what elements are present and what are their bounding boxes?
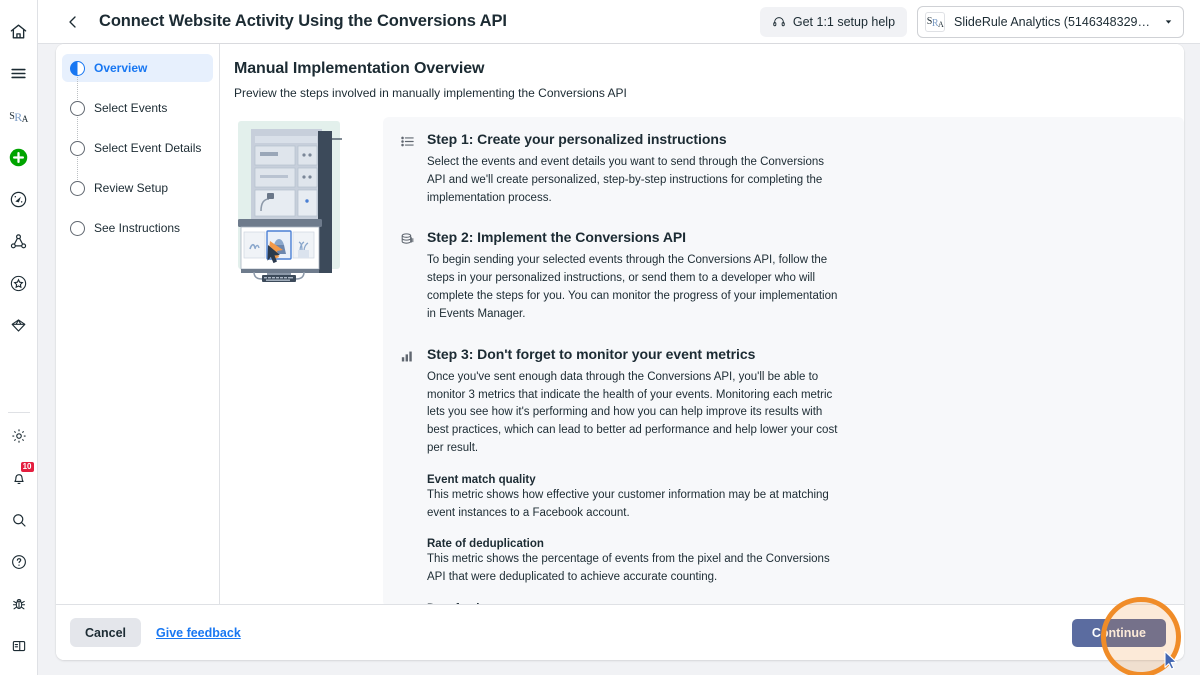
- app-root: SRA 10 Connect Website Activity Using th…: [0, 0, 1200, 675]
- step-label: Select Event Details: [94, 141, 202, 155]
- chevron-down-icon: [1163, 16, 1174, 27]
- metric-description: This metric shows how effective your cus…: [427, 488, 829, 519]
- step-3-block: Step 3: Don't forget to monitor your eve…: [399, 346, 1166, 458]
- bug-icon[interactable]: [4, 589, 34, 619]
- step-paragraph: To begin sending your selected events th…: [427, 254, 838, 320]
- stepper-connector: [77, 74, 79, 182]
- metric-description: This metric shows the percentage of even…: [427, 553, 830, 584]
- home-icon[interactable]: [4, 16, 34, 46]
- notification-badge: 10: [19, 461, 35, 473]
- bulleted-list-icon: [399, 131, 425, 207]
- rail-bottom-group: 10: [4, 406, 35, 675]
- panel-icon[interactable]: [4, 631, 34, 661]
- content-heading: Manual Implementation Overview: [234, 60, 485, 77]
- setup-stepper: Overview Select Events Select Event Deta…: [56, 44, 220, 660]
- gear-icon[interactable]: [4, 421, 34, 451]
- business-logo-icon[interactable]: SRA: [4, 100, 34, 130]
- content-body: Step 1: Create your personalized instruc…: [234, 117, 1184, 607]
- sidebar-item-see-instructions[interactable]: See Instructions: [62, 214, 213, 242]
- header-actions: Get 1:1 setup help SRA SlideRule Analyti…: [759, 5, 1184, 38]
- steps-panel: Step 1: Create your personalized instruc…: [383, 117, 1184, 607]
- step-status-todo-icon: [70, 220, 85, 236]
- mouse-cursor-icon: [1163, 650, 1179, 670]
- metric-name: Event match quality: [427, 473, 536, 486]
- account-name: SlideRule Analytics (5146348329…: [954, 14, 1150, 29]
- create-icon[interactable]: [4, 142, 34, 172]
- account-logo-icon: SRA: [925, 11, 946, 32]
- help-icon[interactable]: [4, 547, 34, 577]
- step-status-todo-icon: [70, 100, 85, 116]
- audience-network-icon[interactable]: [4, 226, 34, 256]
- step-label: Select Events: [94, 101, 168, 115]
- step-status-todo-icon: [70, 180, 85, 196]
- rail-divider: [7, 412, 30, 413]
- metric-name: Rate of deduplication: [427, 538, 544, 551]
- step-label: Review Setup: [94, 181, 169, 195]
- step-status-in-progress-icon: [70, 60, 85, 76]
- step-paragraph: Select the events and event details you …: [427, 156, 825, 204]
- diamond-icon[interactable]: [4, 310, 34, 340]
- step-heading: Step 1: Create your personalized instruc…: [427, 131, 727, 147]
- left-nav-rail: SRA 10: [0, 0, 38, 675]
- search-icon[interactable]: [4, 505, 34, 535]
- step-paragraph: Once you've sent enough data through the…: [427, 370, 838, 454]
- sidebar-item-select-event-details[interactable]: Select Event Details: [62, 134, 213, 162]
- step-label: Overview: [94, 61, 148, 75]
- step-1-block: Step 1: Create your personalized instruc…: [399, 131, 1166, 207]
- sidebar-item-select-events[interactable]: Select Events: [62, 94, 213, 122]
- conversions-api-dialog: Overview Select Events Select Event Deta…: [56, 44, 1184, 660]
- content-subheading: Preview the steps involved in manually i…: [234, 86, 627, 100]
- sidebar-item-overview[interactable]: Overview: [62, 54, 213, 82]
- setup-help-label: Get 1:1 setup help: [792, 14, 896, 29]
- overview-content: Manual Implementation Overview Preview t…: [220, 44, 1184, 660]
- cancel-button[interactable]: Cancel: [70, 618, 141, 647]
- give-feedback-link[interactable]: Give feedback: [156, 626, 241, 640]
- account-selector[interactable]: SRA SlideRule Analytics (5146348329…: [917, 5, 1184, 38]
- rail-top-group: SRA: [4, 0, 34, 346]
- star-badge-icon[interactable]: [4, 268, 34, 298]
- sidebar-item-review-setup[interactable]: Review Setup: [62, 174, 213, 202]
- bell-icon[interactable]: 10: [4, 461, 35, 493]
- metric-rate-of-deduplication: Rate of deduplication This metric shows …: [399, 538, 839, 587]
- step-heading: Step 2: Implement the Conversions API: [427, 229, 687, 246]
- step-2-block: Step 2: Implement the Conversions API To…: [399, 229, 1166, 323]
- menu-icon[interactable]: [4, 58, 34, 88]
- step-label: See Instructions: [94, 221, 181, 235]
- step-status-todo-icon: [70, 140, 85, 156]
- page-header: Connect Website Activity Using the Conve…: [38, 0, 1200, 44]
- continue-button[interactable]: Continue: [1071, 618, 1166, 647]
- dialog-footer: Cancel Give feedback Continue: [56, 604, 1184, 660]
- bar-chart-icon: [399, 346, 425, 458]
- step-heading: Step 3: Don't forget to monitor your eve…: [427, 345, 756, 362]
- headset-icon: [772, 15, 786, 29]
- overview-illustration: [234, 117, 380, 607]
- page-title: Connect Website Activity Using the Conve…: [99, 12, 507, 30]
- metric-event-match-quality: Event match quality This metric shows ho…: [399, 474, 839, 523]
- database-icon: [399, 229, 425, 323]
- back-button[interactable]: [59, 8, 87, 36]
- performance-icon[interactable]: [4, 184, 34, 214]
- get-setup-help-button[interactable]: Get 1:1 setup help: [759, 6, 908, 37]
